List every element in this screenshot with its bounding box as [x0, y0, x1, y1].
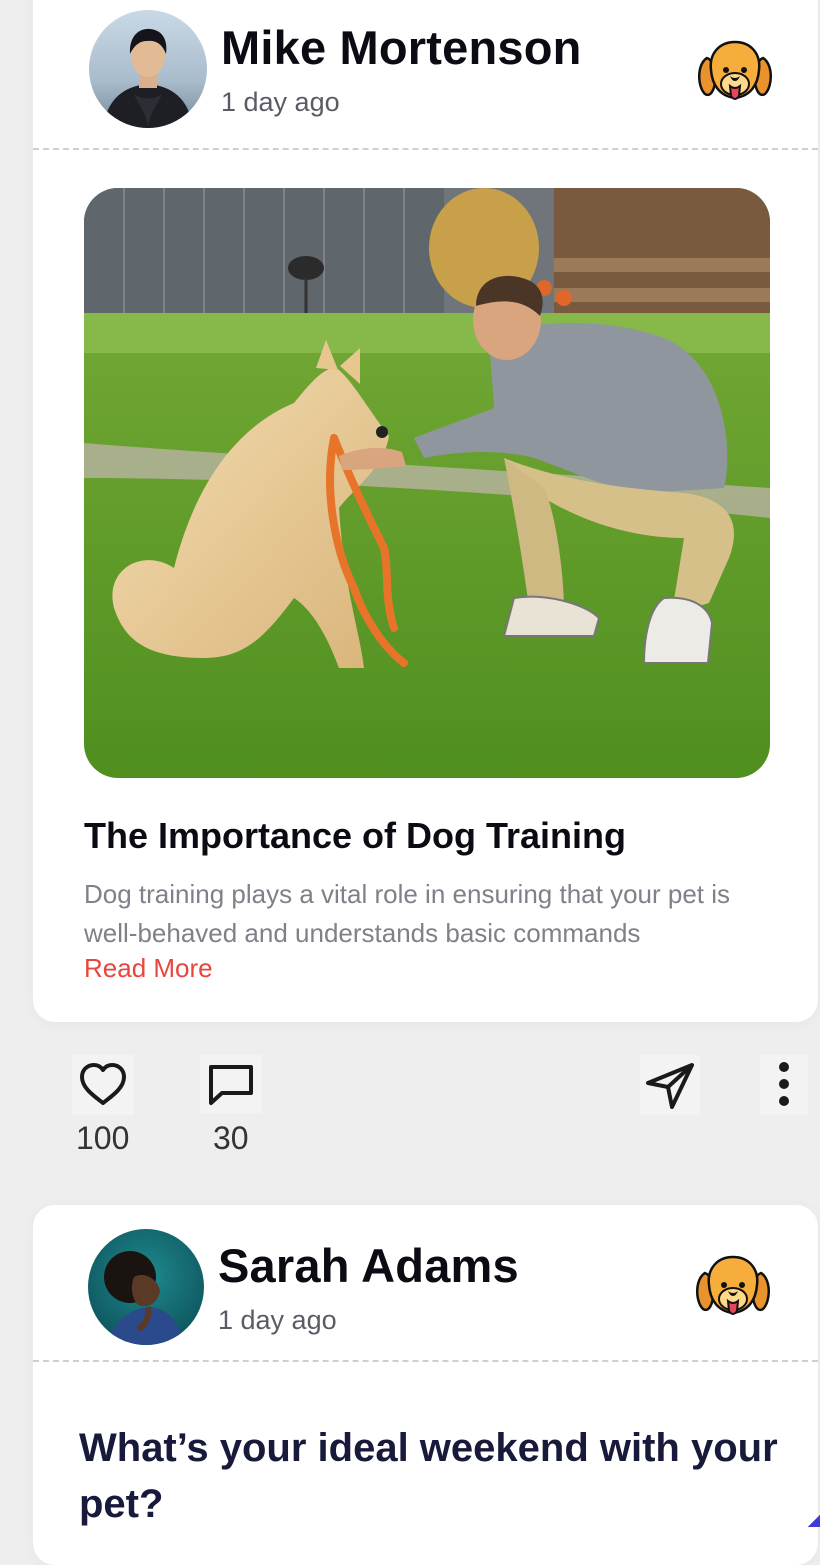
author-name[interactable]: Mike Mortenson: [221, 20, 582, 75]
corner-mark: [808, 1515, 820, 1527]
read-more-link[interactable]: Read More: [84, 953, 213, 984]
post-timestamp: 1 day ago: [221, 87, 340, 117]
more-vertical-icon: [779, 1062, 789, 1106]
author-avatar[interactable]: [89, 10, 207, 128]
author-avatar[interactable]: [88, 1229, 204, 1345]
comment-button[interactable]: [200, 1055, 262, 1113]
author-name[interactable]: Sarah Adams: [218, 1238, 519, 1293]
like-button[interactable]: [72, 1055, 134, 1115]
header-divider: [33, 1360, 818, 1362]
comment-count: 30: [213, 1120, 249, 1156]
more-options-button[interactable]: [760, 1055, 808, 1115]
heart-icon: [80, 1063, 126, 1105]
share-button[interactable]: [640, 1055, 700, 1115]
dog-face-icon[interactable]: [693, 30, 777, 114]
send-icon: [646, 1063, 694, 1109]
post-card: Sarah Adams 1 day ago What’s your ideal …: [33, 1205, 818, 1565]
post-card: Mike Mortenson 1 day ago The Importance …: [33, 0, 818, 1022]
like-count: 100: [76, 1120, 130, 1156]
dog-face-icon[interactable]: [691, 1245, 775, 1329]
post-title[interactable]: The Importance of Dog Training: [84, 815, 626, 857]
post-excerpt: Dog training plays a vital role in ensur…: [84, 879, 731, 948]
post-question[interactable]: What’s your ideal weekend with your pet?: [79, 1420, 779, 1532]
comment-icon: [209, 1065, 253, 1105]
header-divider: [33, 148, 818, 150]
post-image[interactable]: [84, 188, 770, 778]
post-timestamp: 1 day ago: [218, 1305, 337, 1335]
